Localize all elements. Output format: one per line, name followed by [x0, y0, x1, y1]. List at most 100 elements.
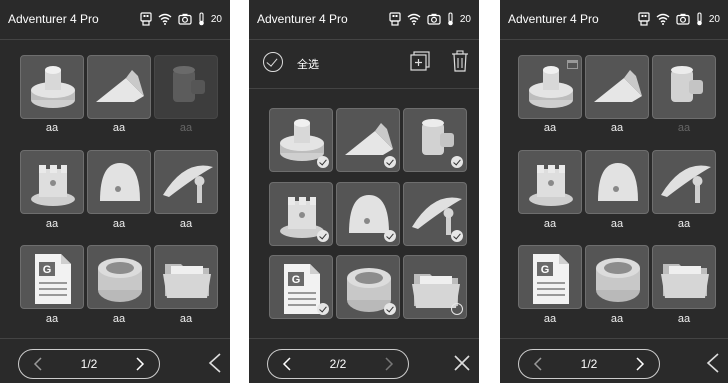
usb-icon: [140, 12, 152, 26]
camera-icon: [676, 13, 690, 25]
file-tile[interactable]: [87, 55, 151, 119]
file-tile[interactable]: [652, 150, 716, 214]
file-tile[interactable]: [403, 182, 467, 246]
gear-part-thumb: [31, 66, 75, 108]
checked-icon[interactable]: [317, 156, 329, 168]
file-browser-panel: Adventurer 4 Pro 20 aa aa aa aa aa aa G …: [500, 0, 728, 383]
wing-part-thumb: [594, 70, 642, 102]
next-page-icon[interactable]: [131, 356, 147, 372]
file-tile[interactable]: [585, 55, 649, 119]
file-tile[interactable]: [403, 255, 467, 319]
checked-icon[interactable]: [317, 303, 329, 315]
thermometer-icon: [199, 12, 204, 26]
file-tile[interactable]: [518, 150, 582, 214]
file-tile[interactable]: [154, 55, 218, 119]
printer-name: Adventurer 4 Pro: [257, 12, 348, 26]
file-label: aa: [610, 218, 624, 230]
back-icon[interactable]: [205, 352, 225, 374]
wifi-icon: [158, 13, 172, 25]
temperature-value: 20: [459, 13, 471, 25]
divider: [249, 88, 479, 89]
file-label: aa: [45, 313, 59, 325]
file-tile[interactable]: [652, 245, 716, 309]
next-page-icon[interactable]: [631, 356, 647, 372]
checked-icon[interactable]: [451, 156, 463, 168]
camera-icon: [178, 13, 192, 25]
file-tile[interactable]: [20, 55, 84, 119]
file-tile[interactable]: [87, 150, 151, 214]
file-tile[interactable]: [87, 245, 151, 309]
file-tile[interactable]: [154, 150, 218, 214]
file-select-panel: Adventurer 4 Pro 20 全选 G 2/2: [249, 0, 479, 383]
page-navigator: 2/2: [267, 349, 409, 379]
file-label: aa: [45, 122, 59, 134]
castle-nut-thumb: [529, 165, 573, 206]
file-tile[interactable]: [269, 182, 333, 246]
divider: [500, 338, 728, 339]
file-tile[interactable]: G: [20, 245, 84, 309]
wifi-icon: [407, 13, 421, 25]
file-label: aa: [179, 218, 193, 230]
usb-icon: [389, 12, 401, 26]
status-bar: Adventurer 4 Pro 20: [500, 0, 728, 38]
file-tile[interactable]: [403, 108, 467, 172]
file-tile[interactable]: [269, 108, 333, 172]
unchecked-icon[interactable]: [451, 303, 463, 315]
file-tile[interactable]: [336, 182, 400, 246]
file-tile[interactable]: [518, 55, 582, 119]
file-label: aa: [112, 122, 126, 134]
select-all-label: 全选: [297, 59, 319, 71]
select-all-checkbox[interactable]: [263, 52, 283, 72]
file-tile[interactable]: [652, 55, 716, 119]
file-tile[interactable]: [154, 245, 218, 309]
close-icon[interactable]: [452, 352, 472, 374]
thermometer-icon: [448, 12, 453, 26]
trash-icon[interactable]: [451, 50, 469, 72]
checked-icon[interactable]: [317, 230, 329, 242]
checked-icon[interactable]: [384, 303, 396, 315]
folder-thumb: [163, 264, 211, 298]
file-tile[interactable]: [585, 245, 649, 309]
page-navigator: 1/2: [518, 349, 660, 379]
thermometer-icon: [697, 12, 702, 26]
svg-text:G: G: [43, 264, 52, 276]
file-badge-icon: [567, 60, 578, 69]
ring-sculpture-thumb: [596, 258, 640, 302]
divider: [249, 39, 479, 40]
divider: [0, 338, 230, 339]
selection-toolbar: 全选: [249, 44, 479, 84]
next-page-icon[interactable]: [380, 356, 396, 372]
dome-thumb: [598, 163, 638, 201]
page-navigator: 1/2: [18, 349, 160, 379]
file-tile[interactable]: G: [518, 245, 582, 309]
file-tile[interactable]: [336, 255, 400, 319]
file-label: aa: [610, 313, 624, 325]
file-tile[interactable]: [336, 108, 400, 172]
new-folder-icon[interactable]: [409, 50, 431, 72]
file-label: aa: [179, 122, 193, 134]
back-icon[interactable]: [703, 352, 723, 374]
file-tile[interactable]: [20, 150, 84, 214]
file-label: aa: [610, 122, 624, 134]
file-label: aa: [677, 313, 691, 325]
dome-thumb: [100, 163, 140, 201]
fender-thumb: [661, 165, 711, 203]
castle-nut-thumb: [31, 165, 75, 206]
printer-name: Adventurer 4 Pro: [508, 12, 599, 26]
checked-icon[interactable]: [451, 230, 463, 242]
camera-icon: [427, 13, 441, 25]
file-label: aa: [543, 313, 557, 325]
pipe-part-thumb: [173, 66, 205, 102]
checked-icon[interactable]: [384, 230, 396, 242]
file-browser-panel: Adventurer 4 Pro 20 aa aa aa aa aa aa G …: [0, 0, 230, 383]
status-bar: Adventurer 4 Pro 20: [0, 0, 230, 38]
file-label: aa: [677, 122, 691, 134]
file-tile[interactable]: [585, 150, 649, 214]
file-tile[interactable]: G: [269, 255, 333, 319]
file-label: aa: [45, 218, 59, 230]
file-label: aa: [677, 218, 691, 230]
file-label: aa: [543, 218, 557, 230]
checked-icon[interactable]: [384, 156, 396, 168]
divider: [0, 39, 230, 40]
svg-text:G: G: [292, 274, 301, 286]
